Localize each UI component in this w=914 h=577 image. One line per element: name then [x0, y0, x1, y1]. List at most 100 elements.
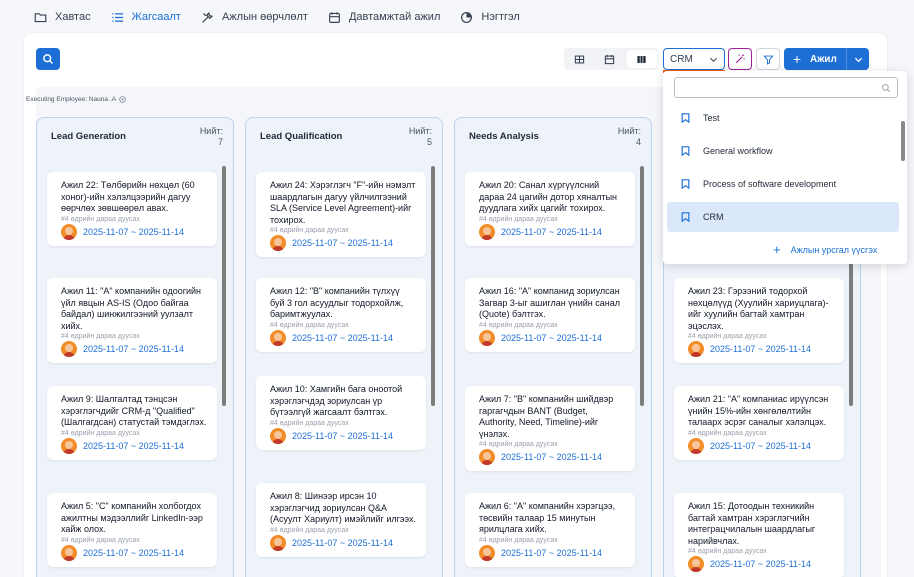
- task-card[interactable]: Ажил 22: Төлбөрийн нөхцөл (60 хоног)-ийн…: [47, 172, 217, 246]
- task-card[interactable]: Ажил 15: Дотоодын техникийн багтай хамтр…: [674, 493, 844, 577]
- task-due-note: #4 өдрийн дараа дуусах: [270, 419, 349, 427]
- workflow-option-label: Process of software development: [703, 179, 837, 189]
- magic-button[interactable]: [728, 48, 752, 70]
- column-title: Lead Qualification: [260, 131, 343, 142]
- avatar[interactable]: [270, 534, 286, 551]
- task-title: Ажил 5: "С" компанийн холбогдох ажилтны …: [61, 501, 203, 534]
- column-scrollbar[interactable]: [640, 166, 644, 406]
- kanban-column: Needs Analysis Нийт: 4 Ажил 20: Санал хүргү…: [454, 117, 652, 577]
- kanban-column: Lead Generation Нийт: 7 Ажил 22: Төлбөрийн …: [36, 117, 234, 577]
- task-card[interactable]: Ажил 6: "А" компанийн хэрэгцээ, төсвийн …: [465, 493, 635, 567]
- avatar[interactable]: [270, 329, 286, 346]
- task-card[interactable]: Ажил 9: Шалгалтад тэнцсэн хэрэглэгчдийг …: [47, 386, 217, 460]
- table-icon: [574, 55, 584, 63]
- tab-list[interactable]: Жагсаалт: [101, 0, 191, 34]
- avatar[interactable]: [270, 427, 286, 444]
- avatar[interactable]: [61, 437, 77, 454]
- executing-employee-label: Executing Employee: Nauna .A: [26, 96, 116, 103]
- workflow-option-test[interactable]: Test: [667, 103, 899, 133]
- avatar[interactable]: [479, 223, 495, 240]
- workflow-option-general[interactable]: General workflow: [667, 136, 899, 166]
- task-due-note: #4 өдрийн дараа дуусах: [61, 215, 140, 223]
- calendar-view-button[interactable]: [594, 48, 624, 70]
- task-date-row: 2025-11-07 ~ 2025-11-14: [479, 449, 625, 465]
- avatar[interactable]: [479, 449, 495, 465]
- task-date-row: 2025-11-07 ~ 2025-11-14: [270, 427, 416, 444]
- task-date-row: 2025-11-07 ~ 2025-11-14: [688, 437, 834, 454]
- task-title: Ажил 10: Хамгийн бага оноотой хэрэглэгчд…: [270, 384, 403, 417]
- task-date-range: 2025-11-07 ~ 2025-11-14: [83, 440, 184, 451]
- bookmark-icon: [681, 146, 690, 156]
- kanban-icon: [637, 55, 646, 63]
- workflow-option-label: CRM: [703, 212, 724, 222]
- workflow-option-label: General workflow: [703, 146, 773, 156]
- task-title: Ажил 7: "В" компанийн шийдвэр гаргагчдын…: [479, 394, 614, 439]
- task-card[interactable]: Ажил 7: "В" компанийн шийдвэр гаргагчдын…: [465, 386, 635, 471]
- task-due-note: #4 өдрийн дараа дуусах: [61, 536, 140, 544]
- task-title: Ажил 20: Санал хүргүүлсний дараа 24 цаги…: [479, 180, 618, 213]
- workflow-option-software[interactable]: Process of software development: [667, 169, 899, 199]
- task-date-row: 2025-11-07 ~ 2025-11-14: [61, 437, 207, 454]
- task-due-note: #4 өдрийн дараа дуусах: [479, 321, 558, 329]
- task-due-note: #4 өдрийн дараа дуусах: [479, 536, 558, 544]
- tab-folder[interactable]: Хавтас: [24, 0, 101, 34]
- add-workflow-button[interactable]: + Ажлын урсгал үүсгэх: [773, 242, 877, 257]
- search-icon: [43, 54, 54, 65]
- task-card[interactable]: Ажил 8: Шинээр ирсэн 10 хэрэглэгчид зори…: [256, 483, 426, 557]
- kanban-view-button[interactable]: [626, 50, 657, 68]
- task-date-row: 2025-11-07 ~ 2025-11-14: [688, 341, 834, 357]
- task-card[interactable]: Ажил 20: Санал хүргүүлсний дараа 24 цаги…: [465, 172, 635, 246]
- dropdown-scrollbar[interactable]: [901, 121, 905, 161]
- tools-icon: [202, 11, 213, 23]
- task-card[interactable]: Ажил 10: Хамгийн бага оноотой хэрэглэгчд…: [256, 376, 426, 450]
- task-card[interactable]: Ажил 16: "А" компанид зориулсан Загвар 3…: [465, 278, 635, 352]
- workflow-search-input[interactable]: [674, 77, 898, 98]
- table-view-button[interactable]: [564, 48, 594, 70]
- task-title: Ажил 12: "В" компанийн түлхүү буй 3 гол …: [270, 286, 404, 319]
- tab-label: Давтамжтай ажил: [348, 11, 441, 23]
- calendar-icon: [329, 11, 340, 23]
- search-button[interactable]: [36, 48, 60, 70]
- task-date-range: 2025-11-07 ~ 2025-11-14: [83, 547, 184, 558]
- avatar[interactable]: [61, 544, 77, 561]
- task-title: Ажил 9: Шалгалтад тэнцсэн хэрэглэгчдийг …: [61, 394, 207, 427]
- add-task-menu-button[interactable]: [847, 55, 869, 64]
- task-title: Ажил 23: Гэрээний тодорхой нөхцөлүүд (Ху…: [688, 286, 829, 331]
- avatar[interactable]: [270, 235, 286, 251]
- task-date-range: 2025-11-07 ~ 2025-11-14: [501, 452, 602, 462]
- column-scrollbar[interactable]: [222, 166, 226, 406]
- tab-summary[interactable]: Нэгтгэл: [450, 0, 529, 34]
- view-switcher: [564, 48, 659, 70]
- clear-icon[interactable]: [119, 96, 126, 103]
- task-due-note: #4 өдрийн дараа дуусах: [479, 441, 558, 448]
- tab-bar: Хавтас Жагсаалт Ажлын өөрчлөлт Давтамжта…: [0, 0, 914, 34]
- avatar[interactable]: [61, 341, 77, 357]
- task-card[interactable]: Ажил 11: "А" компанийн одоогийн үйл явцы…: [47, 278, 217, 363]
- workflow-option-crm[interactable]: CRM: [667, 202, 899, 232]
- filter-button[interactable]: [756, 48, 780, 70]
- executing-employee-filter[interactable]: Executing Employee: Nauna .A: [26, 96, 126, 103]
- avatar[interactable]: [688, 437, 704, 454]
- filter-icon: [762, 55, 774, 65]
- workflow-select[interactable]: CRM: [663, 48, 725, 70]
- workflow-option-label: Test: [703, 113, 720, 123]
- add-workflow-label: Ажлын урсгал үүсгэх: [790, 244, 878, 255]
- task-date-row: 2025-11-07 ~ 2025-11-14: [688, 556, 834, 572]
- task-card[interactable]: Ажил 23: Гэрээний тодорхой нөхцөлүүд (Ху…: [674, 278, 844, 363]
- task-date-row: 2025-11-07 ~ 2025-11-14: [61, 223, 207, 240]
- task-date-row: 2025-11-07 ~ 2025-11-14: [270, 329, 416, 346]
- task-card[interactable]: Ажил 12: "В" компанийн түлхүү буй 3 гол …: [256, 278, 426, 352]
- tab-changes[interactable]: Ажлын өөрчлөлт: [191, 0, 318, 34]
- task-card[interactable]: Ажил 21: "А" компаниас ирүүлсэн үнийн 15…: [674, 386, 844, 460]
- avatar[interactable]: [688, 341, 704, 357]
- column-scrollbar[interactable]: [431, 166, 435, 406]
- avatar[interactable]: [479, 329, 495, 346]
- task-card[interactable]: Ажил 5: "С" компанийн холбогдох ажилтны …: [47, 493, 217, 567]
- avatar[interactable]: [479, 544, 495, 561]
- tab-recurring[interactable]: Давтамжтай ажил: [318, 0, 450, 34]
- avatar[interactable]: [61, 223, 77, 240]
- add-task-button[interactable]: + Ажил: [784, 48, 869, 70]
- avatar[interactable]: [688, 556, 704, 572]
- task-card[interactable]: Ажил 24: Хэрэглэгч "F"-ийн нэмэлт шаардл…: [256, 172, 426, 257]
- task-date-row: 2025-11-07 ~ 2025-11-14: [479, 223, 625, 240]
